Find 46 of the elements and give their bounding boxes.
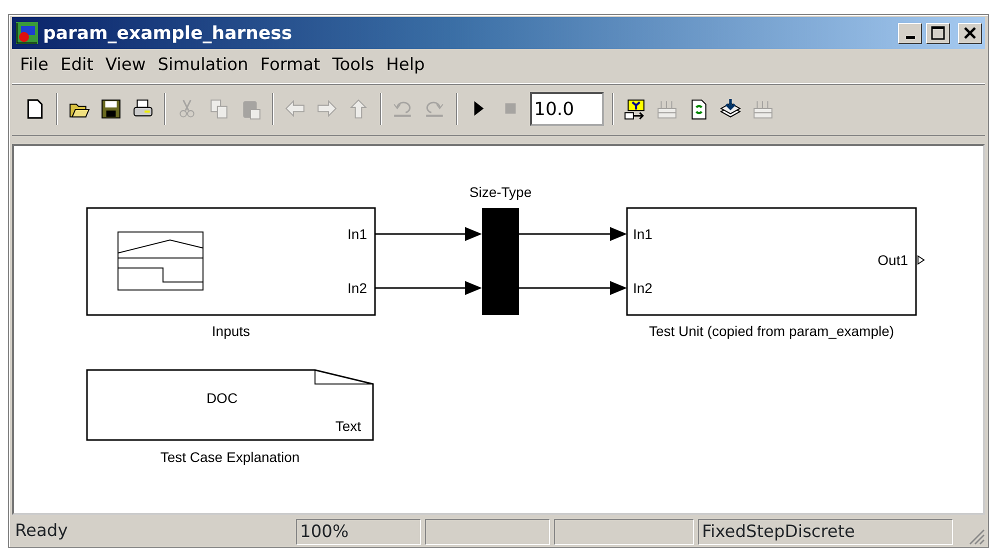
port-label: In1: [633, 226, 652, 242]
app-icon: [15, 21, 39, 45]
status-pane: FixedStepDiscrete: [698, 519, 953, 545]
port-label: In2: [633, 280, 652, 296]
maximize-icon: [931, 26, 945, 40]
menu-item[interactable]: Edit: [54, 53, 100, 78]
menu-item[interactable]: Tools: [326, 53, 380, 78]
grid-icon: [752, 98, 774, 120]
block-name: Test Unit (copied from param_example): [648, 322, 894, 338]
outport-icon: [918, 254, 925, 264]
right-arrow-icon: [316, 98, 338, 120]
copy-icon: [208, 98, 230, 120]
signal-builder-block[interactable]: [86, 206, 376, 316]
layers-icon: [720, 98, 742, 120]
menu-item[interactable]: Simulation: [152, 53, 254, 78]
menu-item[interactable]: Help: [380, 53, 431, 78]
port-label: In2: [348, 280, 367, 296]
build-icon: [624, 98, 646, 120]
paste-icon: [240, 98, 262, 120]
minimize-icon: [906, 36, 914, 38]
port-label: In1: [348, 226, 367, 242]
left-arrow-icon: [284, 98, 306, 120]
resize-grip-icon[interactable]: [967, 527, 985, 545]
status-pane: 100%: [296, 519, 421, 545]
close-button[interactable]: [958, 22, 982, 44]
block-name: Size-Type: [469, 184, 532, 200]
save-icon: [100, 98, 122, 120]
minimize-button[interactable]: [898, 22, 922, 44]
status-pane: Ready: [14, 520, 69, 543]
menu-item[interactable]: File: [14, 53, 54, 78]
menu-item[interactable]: Format: [254, 53, 326, 78]
grid-icon: [656, 98, 678, 120]
block-name: Test Case Explanation: [160, 448, 300, 464]
stop-time-field[interactable]: 10.0: [530, 92, 604, 126]
maximize-button[interactable]: [926, 22, 950, 44]
doc-title: DOC: [206, 390, 238, 406]
subsystem-block[interactable]: [626, 206, 917, 316]
doc-block[interactable]: [86, 368, 374, 440]
waveform-icon: [118, 231, 204, 290]
port-label: Out1: [878, 252, 908, 268]
menu-item[interactable]: View: [99, 53, 152, 78]
window-title: param_example_harness: [43, 22, 294, 46]
doc-caption: Text: [335, 418, 361, 434]
close-icon: [963, 26, 977, 40]
up-arrow-icon: [348, 98, 370, 120]
block-name: Inputs: [212, 322, 250, 338]
